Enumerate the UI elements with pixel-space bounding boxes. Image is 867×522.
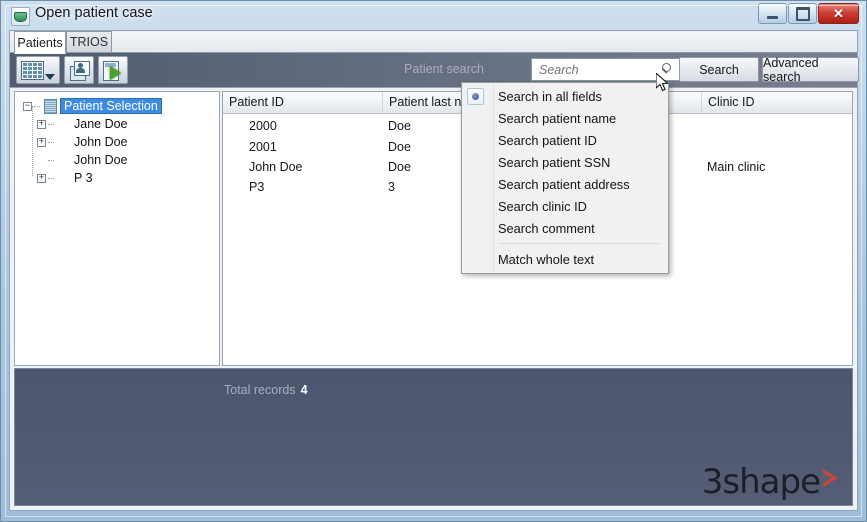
tree-item[interactable]: + Jane Doe: [15, 115, 219, 133]
app-scanner-icon: [11, 7, 30, 26]
expand-expander[interactable]: +: [37, 173, 46, 183]
client-area: Patients TRIOS Patient search Search Sea…: [9, 30, 859, 511]
menu-item-label: Search patient address: [498, 176, 630, 192]
menu-item-label: Search in all fields: [498, 88, 602, 104]
tree-item[interactable]: + John Doe: [15, 133, 219, 151]
toolbar: Patient search Search Advanced search: [10, 53, 859, 88]
brand-logo-text: 3shape: [701, 462, 821, 502]
advanced-search-button-label: Advanced search: [763, 55, 819, 84]
patient-tree[interactable]: − Patient Selection + Jane Doe + John Doe John…: [14, 91, 220, 366]
patient-search-label: Patient search: [404, 62, 484, 76]
menu-item-label: Search patient SSN: [498, 154, 611, 170]
tab-trios-label: TRIOS: [69, 35, 109, 49]
magnifier-icon[interactable]: [660, 63, 675, 78]
collapse-expander[interactable]: −: [23, 101, 32, 111]
menu-item-label: Search patient name: [498, 110, 617, 126]
minimize-icon: [767, 15, 778, 19]
tree-item-label: John Doe: [74, 153, 128, 167]
menu-item-label: Search comment: [498, 220, 595, 236]
menu-item[interactable]: Search patient address: [462, 173, 668, 195]
export-arrow-icon: [103, 61, 125, 81]
brand-logo: 3shape: [702, 465, 838, 499]
selection-folder-icon: [44, 98, 57, 114]
maximize-button[interactable]: [788, 3, 817, 24]
tab-patients[interactable]: Patients: [14, 31, 66, 54]
tab-trios[interactable]: TRIOS: [66, 31, 112, 53]
open-patient-case-window: Open patient case ✕ Patients TRIOS Patie…: [0, 0, 867, 522]
menu-item[interactable]: Search patient name: [462, 107, 668, 129]
person-icon: [58, 135, 70, 149]
search-button-label: Search: [699, 62, 739, 77]
tree-item[interactable]: + P 3: [15, 169, 219, 187]
search-input[interactable]: [537, 62, 651, 78]
cell-last-name[interactable]: Doe: [388, 160, 411, 174]
cell-clinic-id[interactable]: Main clinic: [707, 160, 765, 174]
triangle-icon: [822, 469, 838, 487]
search-scope-menu[interactable]: Search in all fields Search patient name S…: [461, 82, 669, 274]
menu-item[interactable]: Search patient SSN: [462, 151, 668, 173]
total-records: Total records 4: [224, 383, 308, 397]
person-icon: [58, 117, 70, 131]
cell-patient-id[interactable]: John Doe: [249, 160, 303, 174]
tab-patients-label: Patients: [17, 35, 63, 50]
tree-item-label: Jane Doe: [74, 117, 128, 131]
menu-item-label: Match whole text: [498, 251, 595, 267]
minimize-button[interactable]: [758, 3, 787, 24]
menu-item[interactable]: Search patient ID: [462, 129, 668, 151]
chevron-down-icon[interactable]: [45, 74, 55, 80]
menu-item[interactable]: Search clinic ID: [462, 195, 668, 217]
expand-expander[interactable]: +: [37, 119, 46, 129]
scan-pages-icon: [70, 61, 90, 81]
scan-documents-button[interactable]: [64, 56, 94, 84]
person-icon: [58, 171, 70, 185]
cell-last-name[interactable]: Doe: [388, 140, 411, 154]
menu-item-label: Search patient ID: [498, 132, 597, 148]
grid-icon: [21, 61, 44, 80]
close-button[interactable]: ✕: [818, 3, 859, 24]
cell-last-name[interactable]: Doe: [388, 119, 411, 133]
cell-patient-id[interactable]: 2000: [249, 119, 277, 133]
menu-item-label: Search clinic ID: [498, 198, 587, 214]
window-title: Open patient case: [35, 5, 153, 21]
search-field[interactable]: [531, 58, 681, 81]
total-records-value: 4: [300, 383, 308, 397]
cell-patient-id[interactable]: 2001: [249, 140, 277, 154]
status-panel: Total records 4 3shape: [14, 368, 853, 506]
tree-item-label: P 3: [74, 171, 93, 185]
column-header[interactable]: Patient ID: [223, 92, 383, 112]
search-button[interactable]: Search: [679, 57, 759, 82]
cell-patient-id[interactable]: P3: [249, 180, 264, 194]
person-icon: [58, 153, 70, 167]
menu-item-match-whole-text[interactable]: Match whole text: [462, 248, 668, 270]
title-bar[interactable]: Open patient case ✕: [1, 1, 866, 30]
advanced-search-button[interactable]: Advanced search: [762, 55, 859, 84]
tab-strip: Patients TRIOS: [10, 31, 857, 54]
total-records-label: Total records: [224, 383, 296, 397]
export-case-button[interactable]: [98, 56, 128, 84]
menu-radio-indicator: [467, 88, 484, 105]
menu-separator: [498, 243, 660, 244]
grid-view-button[interactable]: [16, 56, 60, 84]
cell-last-name[interactable]: 3: [388, 180, 395, 194]
expand-expander[interactable]: +: [37, 137, 46, 147]
tree-root-label: Patient Selection: [60, 98, 162, 114]
tree-root-row[interactable]: − Patient Selection: [15, 97, 219, 115]
tree-item[interactable]: John Doe: [15, 151, 219, 169]
menu-item[interactable]: Search in all fields: [462, 85, 668, 107]
column-header[interactable]: Clinic ID: [702, 92, 852, 112]
close-icon: ✕: [833, 6, 844, 21]
restore-icon: [795, 6, 810, 21]
tree-item-label: John Doe: [74, 135, 128, 149]
menu-item[interactable]: Search comment: [462, 217, 668, 239]
